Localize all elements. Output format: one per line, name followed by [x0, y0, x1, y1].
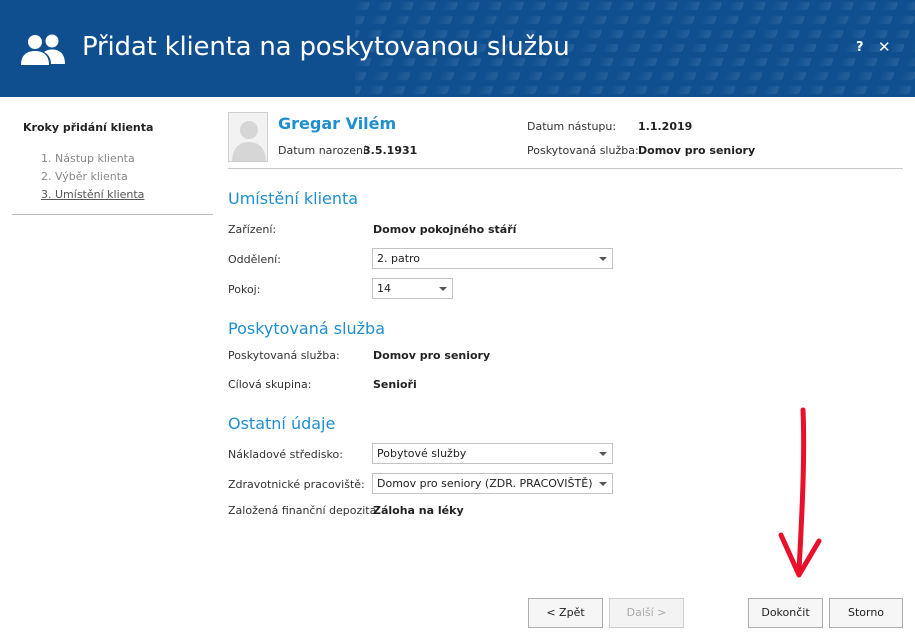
birth-date-label: Datum narození: — [278, 144, 370, 157]
chevron-down-icon — [599, 482, 607, 486]
department-selected-value: 2. patro — [377, 252, 421, 265]
help-button[interactable]: ? — [856, 40, 864, 56]
deposit-label: Založená finanční depozita: — [228, 504, 381, 517]
target-group-value: Senioři — [373, 378, 417, 391]
cost-center-label: Nákladové středisko: — [228, 448, 343, 461]
facility-value: Domov pokojného stáří — [373, 223, 517, 236]
health-workplace-label: Zdravotnické pracoviště: — [228, 478, 365, 491]
department-label: Oddělení: — [228, 253, 281, 266]
finish-button[interactable]: Dokončit — [748, 598, 823, 628]
step-arrival[interactable]: 1. Nástup klienta — [41, 152, 135, 165]
header-service-value: Domov pro seniory — [638, 144, 756, 157]
room-selected-value: 14 — [377, 282, 391, 295]
red-arrow-annotation — [778, 407, 822, 578]
chevron-down-icon — [599, 257, 607, 261]
back-button[interactable]: < Zpět — [528, 598, 603, 628]
service-label: Poskytovaná služba: — [228, 349, 340, 362]
service-heading: Poskytovaná služba — [228, 319, 386, 338]
users-icon — [21, 34, 65, 65]
facility-label: Zařízení: — [228, 223, 277, 236]
steps-title: Kroky přidání klienta — [23, 121, 154, 134]
header-divider — [228, 168, 903, 169]
avatar — [228, 112, 268, 162]
health-workplace-selected-value: Domov pro seniory (ZDR. PRACOVIŠTĚ) — [377, 477, 593, 490]
chevron-down-icon — [439, 287, 447, 291]
start-date-label: Datum nástupu: — [527, 120, 617, 133]
department-select[interactable]: 2. patro — [372, 248, 613, 269]
sidebar-divider — [12, 214, 213, 215]
health-workplace-select[interactable]: Domov pro seniory (ZDR. PRACOVIŠTĚ) — [372, 473, 613, 494]
cost-center-select[interactable]: Pobytové služby — [372, 443, 613, 464]
cancel-button[interactable]: Storno — [829, 598, 903, 628]
cost-center-selected-value: Pobytové služby — [377, 447, 467, 460]
client-name: Gregar Vilém — [278, 114, 397, 133]
step-client-selection[interactable]: 2. Výběr klienta — [41, 170, 128, 183]
target-group-label: Cílová skupina: — [228, 378, 312, 391]
room-select[interactable]: 14 — [372, 278, 453, 299]
deposit-value: Záloha na léky — [373, 504, 464, 517]
chevron-down-icon — [599, 452, 607, 456]
dialog-header: Přidat klienta na poskytovanou službu ? … — [0, 0, 915, 97]
next-button[interactable]: Další > — [609, 598, 684, 628]
step-client-placement[interactable]: 3. Umístění klienta — [41, 188, 144, 201]
service-value: Domov pro seniory — [373, 349, 491, 362]
placement-heading: Umístění klienta — [228, 189, 359, 208]
other-heading: Ostatní údaje — [228, 414, 336, 433]
header-service-label: Poskytovaná služba: — [527, 144, 639, 157]
dialog-title: Přidat klienta na poskytovanou službu — [82, 32, 570, 62]
person-silhouette-icon — [232, 121, 266, 161]
start-date-value: 1.1.2019 — [638, 120, 693, 133]
close-button[interactable]: ✕ — [878, 39, 891, 55]
room-label: Pokoj: — [228, 283, 261, 296]
birth-date-value: 3.5.1931 — [363, 144, 418, 157]
